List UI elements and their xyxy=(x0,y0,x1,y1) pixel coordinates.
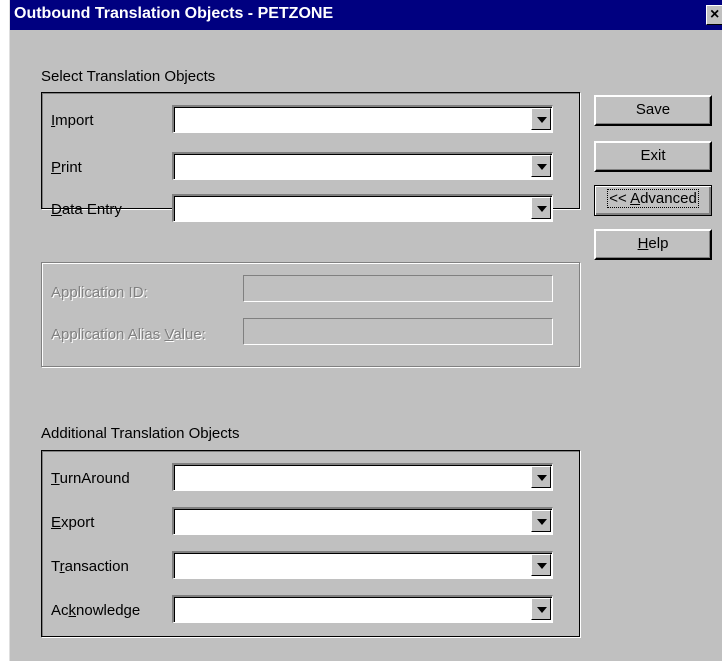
turnaround-combo[interactable] xyxy=(172,463,553,491)
save-button-label: Save xyxy=(635,101,671,118)
export-dropdown-button[interactable] xyxy=(531,510,551,532)
acknowledge-label: Acknowledge xyxy=(51,602,141,619)
print-combo[interactable] xyxy=(172,152,553,180)
dialog-window: Outbound Translation Objects - PETZONE ×… xyxy=(9,0,722,661)
application-alias-field xyxy=(243,318,553,345)
chevron-down-icon xyxy=(537,607,547,613)
application-id-label: Application ID: xyxy=(51,284,148,301)
data-entry-label: Data Entry xyxy=(51,201,122,218)
import-dropdown-button[interactable] xyxy=(531,108,551,130)
chevron-down-icon xyxy=(537,475,547,481)
transaction-label: Transaction xyxy=(51,558,129,575)
title-bar[interactable]: Outbound Translation Objects - PETZONE × xyxy=(10,0,722,30)
close-button[interactable]: × xyxy=(706,5,722,25)
turnaround-dropdown-button[interactable] xyxy=(531,466,551,488)
save-button[interactable]: Save xyxy=(594,95,712,126)
chevron-down-icon xyxy=(537,563,547,569)
transaction-dropdown-button[interactable] xyxy=(531,554,551,576)
acknowledge-combo[interactable] xyxy=(172,595,553,623)
application-id-field xyxy=(243,275,553,302)
exit-button-label: Exit xyxy=(640,147,666,164)
print-dropdown-button[interactable] xyxy=(531,155,551,177)
export-label: Export xyxy=(51,514,95,531)
turnaround-label: TurnAround xyxy=(51,470,130,487)
data-entry-dropdown-button[interactable] xyxy=(531,197,551,219)
import-label: Import xyxy=(51,112,94,129)
close-icon: × xyxy=(710,6,720,23)
chevron-down-icon xyxy=(537,206,547,212)
data-entry-combo[interactable] xyxy=(172,194,553,222)
transaction-combo[interactable] xyxy=(172,551,553,579)
print-label: Print xyxy=(51,159,82,176)
select-group-heading: Select Translation Objects xyxy=(41,68,216,85)
window-title: Outbound Translation Objects - PETZONE xyxy=(14,5,334,22)
application-alias-label: Application Alias Value: xyxy=(51,326,206,343)
chevron-down-icon xyxy=(537,164,547,170)
chevron-down-icon xyxy=(537,117,547,123)
advanced-button[interactable]: << Advanced xyxy=(594,185,712,216)
additional-group-heading: Additional Translation Objects xyxy=(41,425,240,442)
acknowledge-dropdown-button[interactable] xyxy=(531,598,551,620)
help-button-label: Help xyxy=(637,235,669,252)
import-combo[interactable] xyxy=(172,105,553,133)
exit-button[interactable]: Exit xyxy=(594,141,712,172)
export-combo[interactable] xyxy=(172,507,553,535)
help-button[interactable]: Help xyxy=(594,229,712,260)
chevron-down-icon xyxy=(537,519,547,525)
advanced-button-label: << Advanced xyxy=(607,189,699,208)
